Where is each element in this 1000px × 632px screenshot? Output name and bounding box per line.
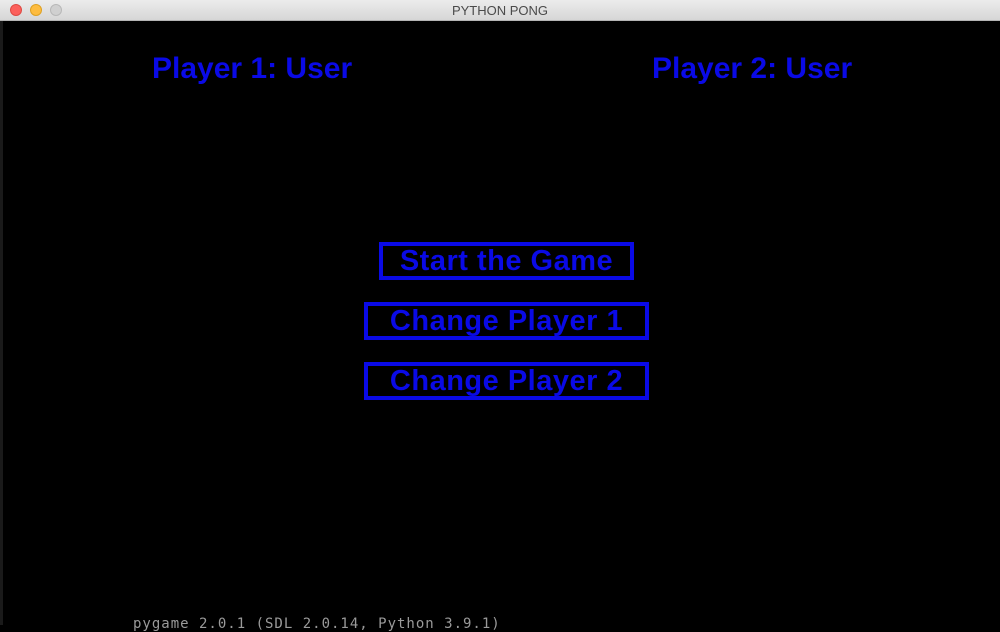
- change-player1-button[interactable]: Change Player 1: [364, 302, 649, 340]
- change-player2-button[interactable]: Change Player 2: [364, 362, 649, 400]
- window-title: PYTHON PONG: [451, 3, 549, 18]
- player1-label: Player 1: User: [152, 52, 353, 85]
- app-window: PYTHON PONG Player 1: User Player 2: Use…: [0, 0, 1000, 632]
- pygame-version-text: pygame 2.0.1 (SDL 2.0.14, Python 3.9.1): [133, 616, 501, 632]
- start-game-button[interactable]: Start the Game: [379, 242, 634, 280]
- game-canvas: Player 1: User Player 2: User Start the …: [0, 21, 1000, 632]
- title-bar[interactable]: PYTHON PONG: [0, 0, 1000, 21]
- player2-label: Player 2: User: [652, 52, 853, 85]
